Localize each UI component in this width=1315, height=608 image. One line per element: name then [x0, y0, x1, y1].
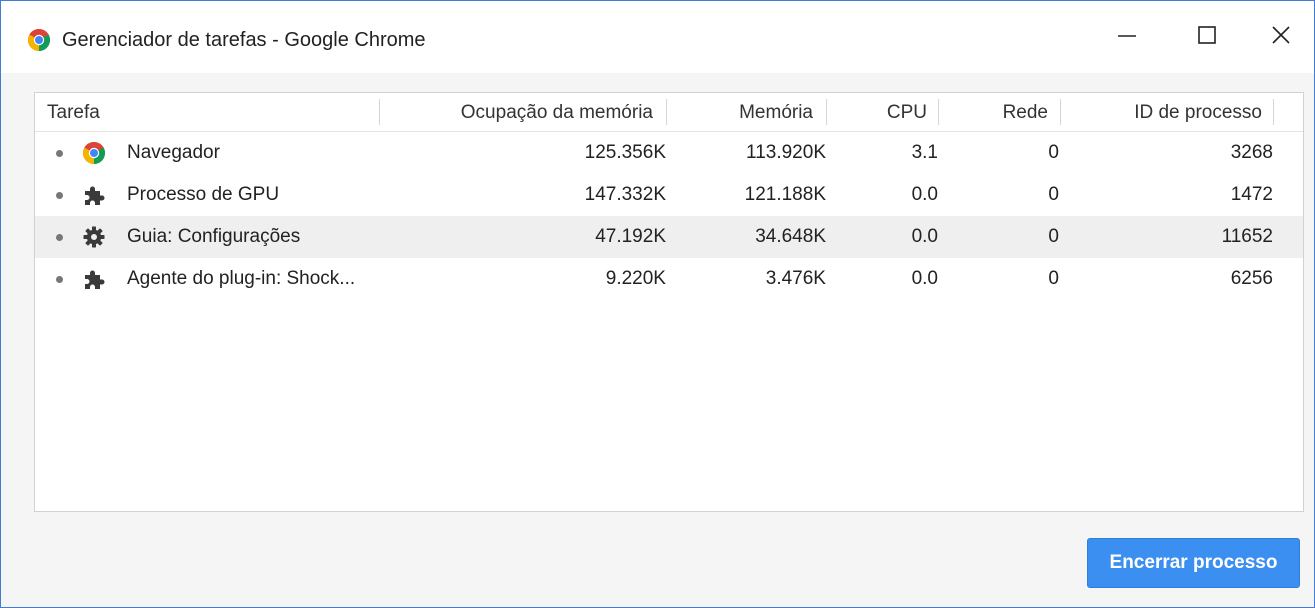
row-bullet-icon: [56, 150, 63, 157]
network-value: 0: [1048, 226, 1059, 247]
column-header-memory[interactable]: Memória: [685, 93, 813, 131]
chrome-icon: [82, 141, 106, 165]
column-divider[interactable]: [1060, 99, 1061, 125]
memory-footprint-value: 147.332K: [584, 184, 666, 205]
column-divider[interactable]: [379, 99, 380, 125]
memory-footprint-value: 47.192K: [595, 226, 666, 247]
task-name: Processo de GPU: [127, 184, 280, 205]
task-name: Guia: Configurações: [127, 226, 301, 247]
column-header-network[interactable]: Rede: [955, 93, 1048, 131]
memory-value: 34.648K: [755, 226, 826, 247]
cpu-value: 0.0: [911, 184, 938, 205]
memory-footprint-value: 125.356K: [584, 142, 666, 163]
process-id-value: 3268: [1230, 142, 1273, 163]
maximize-icon: [1197, 25, 1217, 50]
process-id-value: 6256: [1230, 268, 1273, 289]
column-header-memory-footprint[interactable]: Ocupação da memória: [395, 93, 653, 131]
gear-icon: [82, 225, 106, 249]
close-button[interactable]: [1241, 1, 1314, 73]
row-bullet-icon: [56, 276, 63, 283]
cpu-value: 3.1: [911, 142, 938, 163]
minimize-button[interactable]: [1087, 1, 1167, 73]
process-id-value: 1472: [1230, 184, 1273, 205]
table-header: Tarefa Ocupação da memória Memória CPU R…: [35, 93, 1303, 132]
memory-value: 113.920K: [746, 142, 826, 163]
chrome-icon: [27, 28, 51, 52]
table-row[interactable]: Guia: Configurações 47.192K 34.648K 0.0 …: [35, 216, 1303, 258]
network-value: 0: [1048, 142, 1059, 163]
column-divider[interactable]: [938, 99, 939, 125]
row-bullet-icon: [56, 234, 63, 241]
title-bar[interactable]: Gerenciador de tarefas - Google Chrome: [1, 1, 1314, 73]
puzzle-icon: [82, 267, 106, 291]
column-divider[interactable]: [826, 99, 827, 125]
table-row[interactable]: Processo de GPU 147.332K 121.188K 0.0 0 …: [35, 174, 1303, 216]
memory-value: 121.188K: [744, 184, 826, 205]
table-row[interactable]: Agente do plug-in: Shock... 9.220K 3.476…: [35, 258, 1303, 300]
row-bullet-icon: [56, 192, 63, 199]
table-row[interactable]: Navegador 125.356K 113.920K 3.1 0 3268: [35, 132, 1303, 174]
memory-footprint-value: 9.220K: [605, 268, 666, 289]
task-name: Agente do plug-in: Shock...: [127, 268, 356, 289]
cpu-value: 0.0: [911, 226, 938, 247]
network-value: 0: [1048, 184, 1059, 205]
column-divider[interactable]: [1273, 99, 1274, 125]
column-header-task[interactable]: Tarefa: [47, 93, 100, 131]
task-manager-window: Gerenciador de tarefas - Google Chrome T…: [0, 0, 1315, 608]
process-table: Tarefa Ocupação da memória Memória CPU R…: [34, 92, 1304, 512]
network-value: 0: [1048, 268, 1059, 289]
window-title: Gerenciador de tarefas - Google Chrome: [62, 29, 426, 51]
end-process-button[interactable]: Encerrar processo: [1087, 538, 1300, 588]
minimize-icon: [1117, 25, 1137, 50]
memory-value: 3.476K: [765, 268, 826, 289]
column-divider[interactable]: [666, 99, 667, 125]
task-name: Navegador: [127, 142, 220, 163]
process-id-value: 11652: [1221, 226, 1273, 247]
maximize-button[interactable]: [1167, 1, 1247, 73]
close-icon: [1271, 25, 1291, 50]
column-header-cpu[interactable]: CPU: [845, 93, 927, 131]
cpu-value: 0.0: [911, 268, 938, 289]
puzzle-icon: [82, 183, 106, 207]
column-header-process-id[interactable]: ID de processo: [1075, 93, 1262, 131]
